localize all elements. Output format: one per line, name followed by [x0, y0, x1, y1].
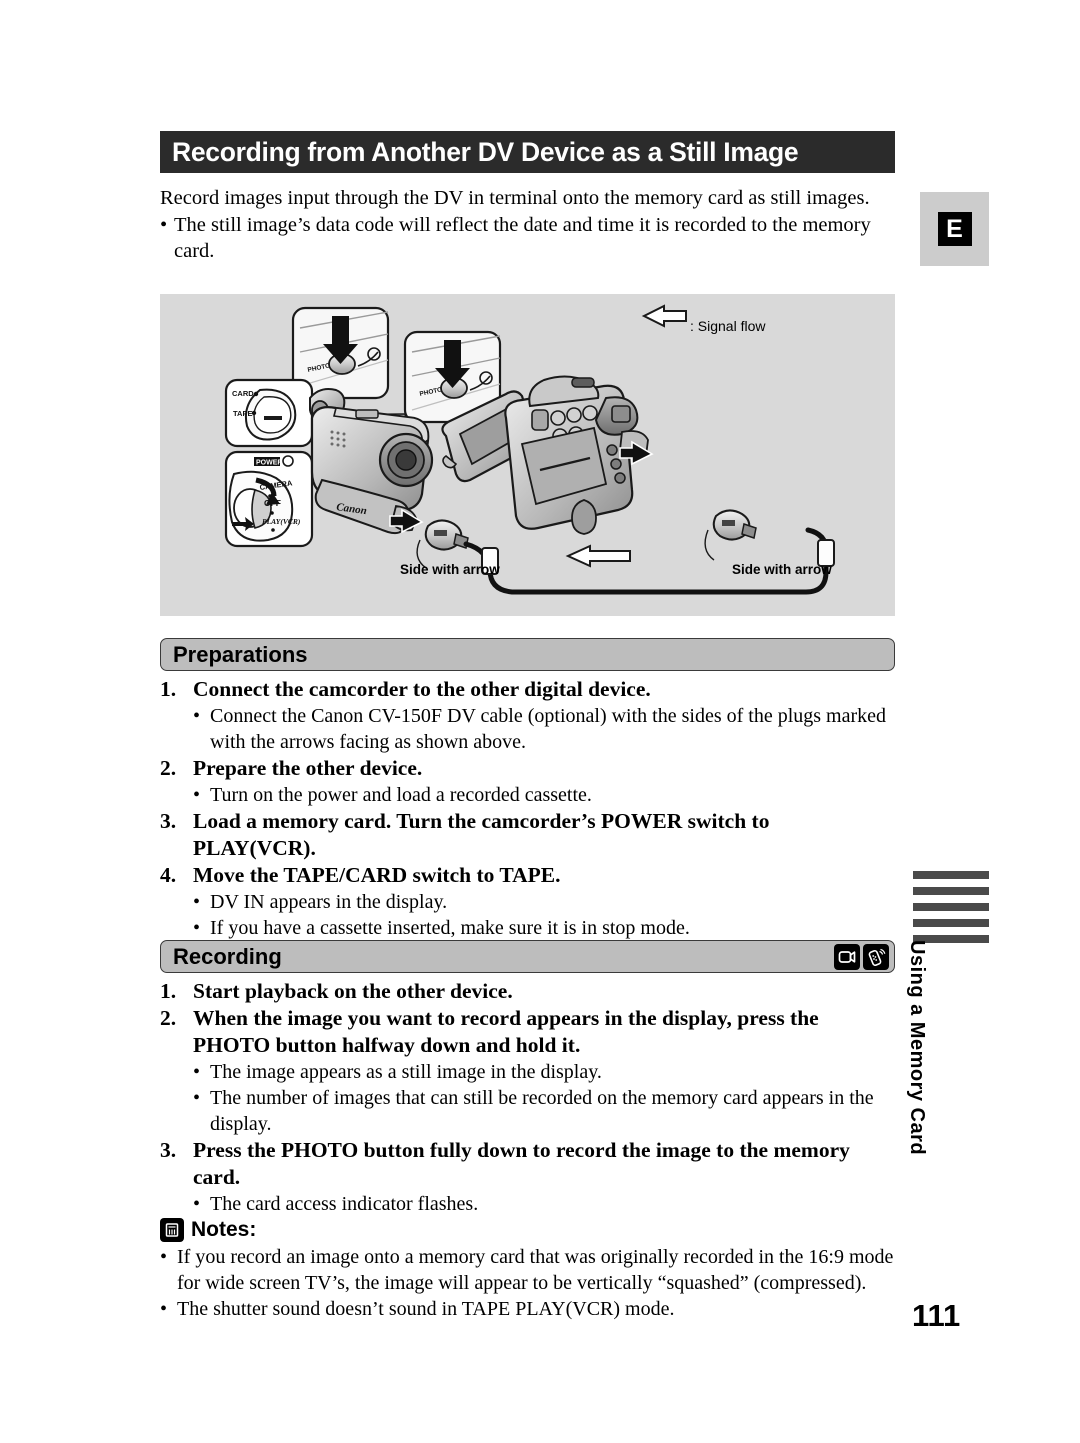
step-text: Load a memory card. Turn the camcorder’s…: [193, 809, 770, 860]
note-text: If you record an image onto a memory car…: [177, 1246, 894, 1294]
step-sub-text: Connect the Canon CV-150F DV cable (opti…: [210, 705, 887, 753]
step-text: Connect the camcorder to the other digit…: [193, 677, 651, 701]
svg-text:OFF: OFF: [264, 498, 281, 508]
dv-cable: [416, 509, 835, 595]
recording-section-header: Recording: [160, 940, 895, 973]
index-bar: [913, 887, 989, 895]
bullet-dot-icon: •: [160, 213, 168, 236]
preparations-section-header: Preparations: [160, 638, 895, 671]
bullet-dot-icon: •: [193, 891, 201, 913]
page-title-bar: Recording from Another DV Device as a St…: [160, 131, 895, 173]
step-item: 1. Connect the camcorder to the other di…: [160, 676, 895, 703]
note-item: • The shutter sound doesn’t sound in TAP…: [160, 1296, 895, 1322]
step-number: 1.: [160, 979, 177, 1003]
signal-flow-label: : Signal flow: [690, 318, 766, 334]
step-number: 1.: [160, 677, 177, 701]
index-bar: [913, 903, 989, 911]
step-text: When the image you want to record appear…: [193, 1006, 819, 1057]
page-title: Recording from Another DV Device as a St…: [172, 136, 799, 167]
language-tab-label: E: [937, 212, 972, 246]
bullet-dot-icon: •: [160, 1298, 168, 1320]
step-sub-text: Turn on the power and load a recorded ca…: [210, 784, 592, 806]
side-with-arrow-label-left: Side with arrow: [400, 562, 500, 577]
step-sub-item: • DV IN appears in the display.: [160, 889, 895, 915]
chapter-side-title: Using a Memory Card: [906, 940, 928, 1156]
recording-steps: 1. Start playback on the other device. 2…: [160, 978, 895, 1217]
card-camcorder-icon: [834, 943, 860, 970]
recording-header-icons: [834, 943, 894, 970]
step-text: Move the TAPE/CARD switch to TAPE.: [193, 863, 561, 887]
side-with-arrow-label-right: Side with arrow: [732, 562, 832, 577]
step-text: Start playback on the other device.: [193, 979, 513, 1003]
remote-control-icon: [863, 943, 889, 970]
step-number: 3.: [160, 809, 177, 833]
step-number: 2.: [160, 756, 177, 780]
chapter-index-bars: [913, 871, 989, 951]
step-number: 2.: [160, 1006, 177, 1030]
svg-text:CARD: CARD: [232, 389, 254, 398]
intro-block: Record images input through the DV in te…: [160, 185, 890, 265]
step-number: 4.: [160, 863, 177, 887]
intro-bullet: • The still image’s data code will refle…: [160, 212, 890, 265]
bullet-dot-icon: •: [193, 784, 201, 806]
step-sub-text: The card access indicator flashes.: [210, 1193, 479, 1215]
recording-header-label: Recording: [173, 943, 282, 969]
intro-paragraph: Record images input through the DV in te…: [160, 187, 870, 209]
step-item: 3. Load a memory card. Turn the camcorde…: [160, 808, 895, 862]
index-bar: [913, 871, 989, 879]
svg-text:TAPE: TAPE: [233, 409, 252, 418]
step-sub-item: • The number of images that can still be…: [160, 1085, 895, 1137]
step-item: 2. When the image you want to record app…: [160, 1005, 895, 1059]
svg-text:POWER: POWER: [256, 460, 282, 467]
bullet-dot-icon: •: [193, 705, 201, 727]
notes-header: Notes:: [160, 1218, 256, 1242]
step-sub-item: • Turn on the power and load a recorded …: [160, 782, 895, 808]
svg-text:PLAY(VCR): PLAY(VCR): [262, 517, 301, 526]
step-sub-text: The image appears as a still image in th…: [210, 1061, 602, 1083]
language-tab: E: [920, 192, 989, 266]
preparations-header-label: Preparations: [173, 641, 308, 667]
step-sub-item: • If you have a cassette inserted, make …: [160, 915, 895, 941]
signal-flow-arrow-icon: [641, 304, 687, 328]
step-sub-item: • The card access indicator flashes.: [160, 1191, 895, 1217]
note-item: • If you record an image onto a memory c…: [160, 1244, 895, 1296]
connection-diagram: PHOTO PHOTO CARD TAPE POWER CAMERA OFF P…: [160, 294, 895, 616]
bullet-dot-icon: •: [160, 1246, 168, 1268]
memo-note-icon: [160, 1218, 184, 1242]
notes-body: • If you record an image onto a memory c…: [160, 1244, 895, 1322]
step-item: 1. Start playback on the other device.: [160, 978, 895, 1005]
step-text: Prepare the other device.: [193, 756, 423, 780]
step-sub-item: • The image appears as a still image in …: [160, 1059, 895, 1085]
bullet-dot-icon: •: [193, 1193, 201, 1215]
preparations-steps: 1. Connect the camcorder to the other di…: [160, 676, 895, 941]
step-text: Press the PHOTO button fully down to rec…: [193, 1138, 850, 1189]
manual-page: Recording from Another DV Device as a St…: [0, 0, 1080, 1443]
bullet-dot-icon: •: [193, 917, 201, 939]
step-number: 3.: [160, 1138, 177, 1162]
bullet-dot-icon: •: [193, 1087, 201, 1109]
step-item: 2. Prepare the other device.: [160, 755, 895, 782]
index-bar: [913, 919, 989, 927]
step-sub-text: DV IN appears in the display.: [210, 891, 448, 913]
note-text: The shutter sound doesn’t sound in TAPE …: [177, 1298, 675, 1320]
bullet-dot-icon: •: [193, 1061, 201, 1083]
step-sub-text: If you have a cassette inserted, make su…: [210, 917, 690, 939]
notes-label: Notes:: [191, 1218, 257, 1241]
step-sub-item: • Connect the Canon CV-150F DV cable (op…: [160, 703, 895, 755]
page-number: 111: [912, 1298, 961, 1333]
step-item: 3. Press the PHOTO button fully down to …: [160, 1137, 895, 1191]
step-item: 4. Move the TAPE/CARD switch to TAPE.: [160, 862, 895, 889]
step-sub-text: The number of images that can still be r…: [210, 1087, 874, 1135]
intro-bullet-text: The still image’s data code will reflect…: [174, 213, 871, 263]
